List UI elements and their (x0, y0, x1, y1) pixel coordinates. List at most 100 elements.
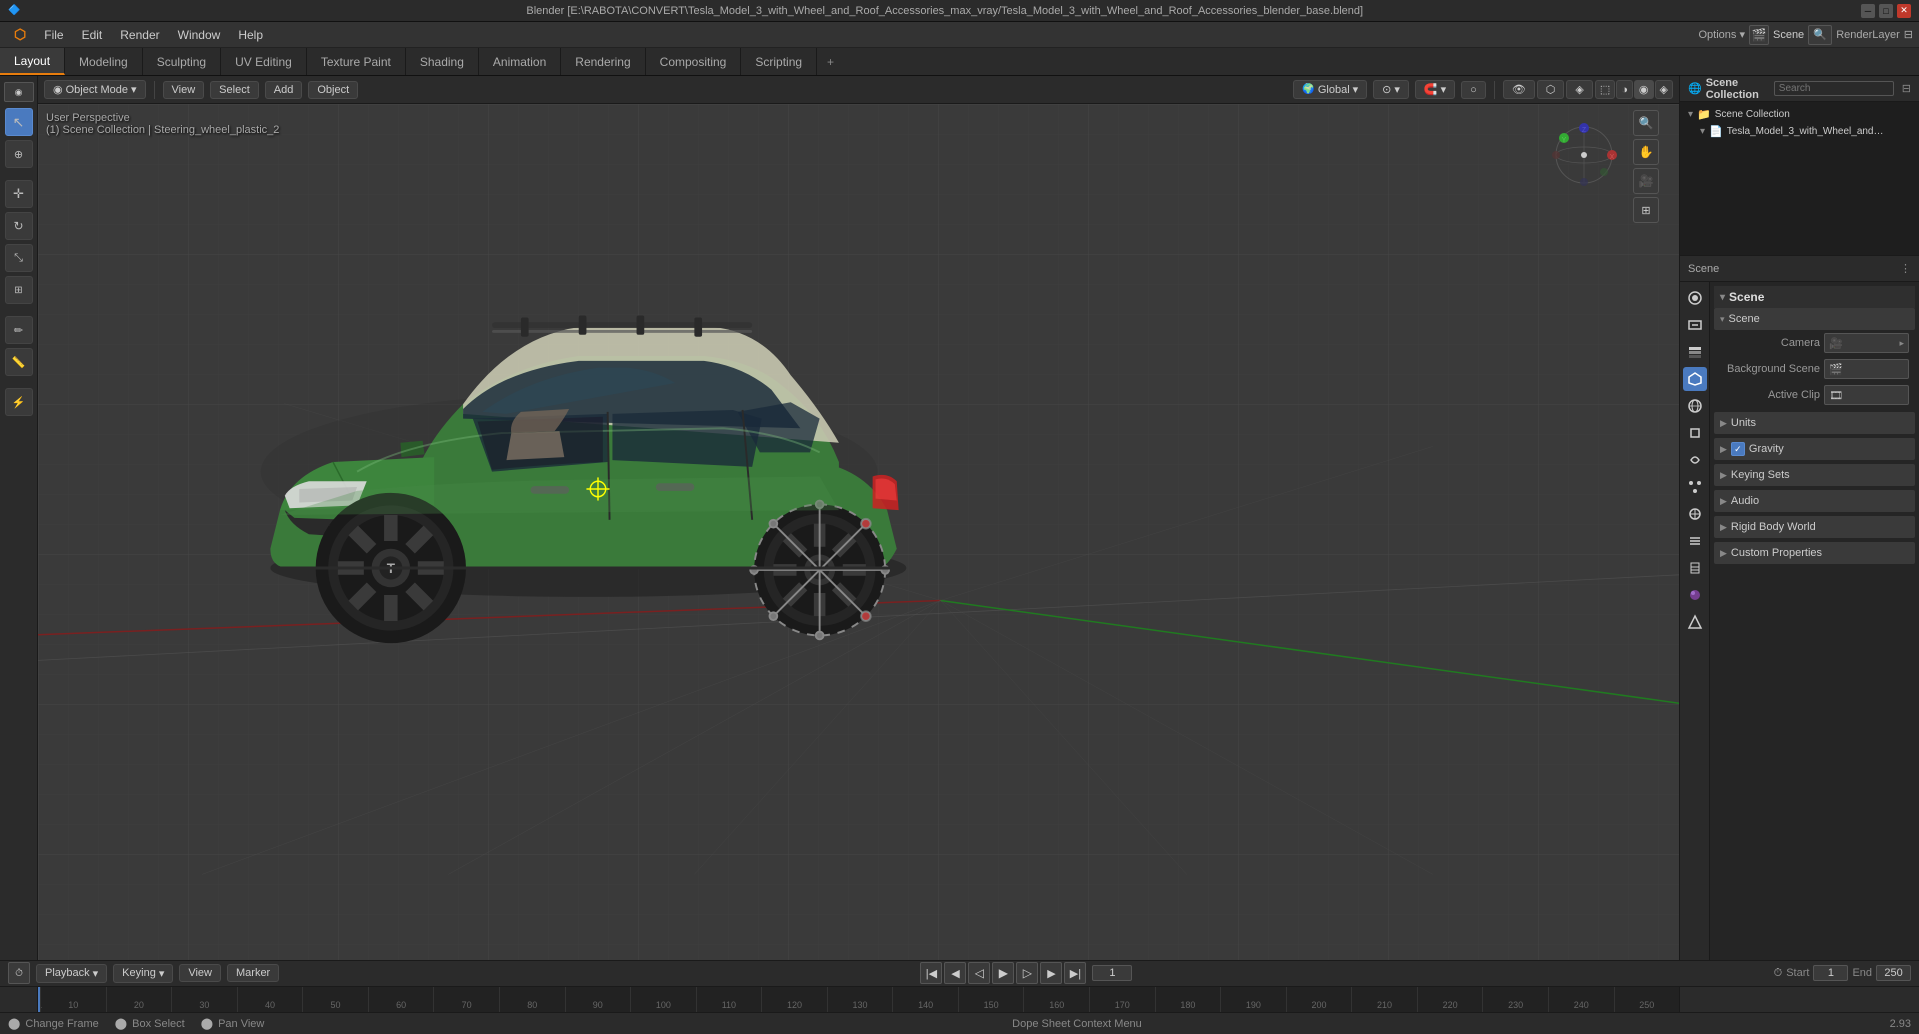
solid-btn[interactable]: ◑ (1616, 80, 1633, 99)
custom-props-header[interactable]: ▶ Custom Properties (1714, 542, 1915, 564)
object-menu-btn[interactable]: Object (308, 81, 358, 99)
menu-help[interactable]: Help (230, 25, 271, 45)
search-icon[interactable]: 🔍 (1808, 25, 1832, 45)
start-frame-input[interactable] (1813, 965, 1848, 981)
tab-animation[interactable]: Animation (479, 48, 561, 75)
prop-icon-view-layer[interactable] (1683, 340, 1707, 364)
viewport-canvas[interactable]: T (38, 104, 1679, 960)
playback-menu-btn[interactable]: Playback ▾ (36, 964, 107, 983)
outliner-scene-collection[interactable]: ▾ 📁 Scene Collection (1684, 106, 1915, 123)
camera-browse-icon[interactable]: ▸ (1899, 338, 1904, 349)
prop-icon-output[interactable] (1683, 313, 1707, 337)
hand-icon[interactable]: ✋ (1633, 139, 1659, 165)
units-section-header[interactable]: ▶ Units (1714, 412, 1915, 434)
snap-btn[interactable]: 🧲 ▾ (1415, 80, 1455, 99)
timeline-ruler[interactable]: 1102030405060708090100110120130140150160… (0, 987, 1919, 1012)
prop-icon-render[interactable] (1683, 286, 1707, 310)
camera-view-icon[interactable]: 🎥 (1633, 168, 1659, 194)
prev-keyframe-btn[interactable]: ◁ (968, 962, 990, 984)
view-menu-timeline-btn[interactable]: View (179, 964, 221, 982)
tool-transform[interactable]: ⊞ (5, 276, 33, 304)
prop-icon-shaderfx[interactable] (1683, 610, 1707, 634)
menu-file[interactable]: File (36, 25, 71, 45)
step-forward-btn[interactable]: ▶ (1040, 962, 1062, 984)
wireframe-btn[interactable]: ⬚ (1595, 80, 1615, 99)
outliner-mesh-item[interactable]: ▾ 📄 Tesla_Model_3_with_Wheel_and_Roof_Ac… (1684, 123, 1915, 140)
timeline-clock-icon[interactable]: ⏱ (8, 962, 30, 984)
tool-move[interactable]: ✛ (5, 180, 33, 208)
proportional-btn[interactable]: ○ (1461, 81, 1486, 99)
prop-icon-modifier[interactable] (1683, 448, 1707, 472)
view-menu-btn[interactable]: View (163, 81, 205, 99)
object-mode-dropdown[interactable]: ◉ Object Mode ▾ (44, 80, 146, 99)
outliner-search-input[interactable] (1774, 81, 1894, 96)
prop-icon-physics[interactable] (1683, 502, 1707, 526)
tab-sculpting[interactable]: Sculpting (143, 48, 221, 75)
prop-icon-scene[interactable] (1683, 367, 1707, 391)
tab-layout[interactable]: Layout (0, 48, 65, 75)
rendered-btn[interactable]: ◈ (1655, 80, 1673, 99)
zoom-icon[interactable]: 🔍 (1633, 110, 1659, 136)
transform-global-btn[interactable]: 🌍 Global ▾ (1293, 80, 1367, 99)
prop-icon-object[interactable] (1683, 421, 1707, 445)
menu-render[interactable]: Render (112, 25, 167, 45)
menu-edit[interactable]: Edit (74, 25, 111, 45)
tab-scripting[interactable]: Scripting (741, 48, 817, 75)
navigation-gizmo[interactable]: X Y Z 🔍 ✋ � (1549, 120, 1619, 190)
add-menu-btn[interactable]: Add (265, 81, 303, 99)
bg-scene-value-field[interactable]: 🎬 (1824, 359, 1909, 379)
prop-icon-data[interactable] (1683, 556, 1707, 580)
tool-cursor[interactable]: ⊕ (5, 140, 33, 168)
marker-menu-btn[interactable]: Marker (227, 964, 279, 982)
scene-section-header[interactable]: ▾ Scene (1714, 308, 1915, 330)
camera-value-field[interactable]: 🎥 ▸ (1824, 333, 1909, 353)
active-clip-value-field[interactable]: 🎞 (1824, 385, 1909, 405)
prop-icon-world[interactable] (1683, 394, 1707, 418)
scene-icon[interactable]: 🎬 (1749, 25, 1769, 45)
blender-logo[interactable]: ⬡ (6, 26, 34, 43)
audio-section-header[interactable]: ▶ Audio (1714, 490, 1915, 512)
gravity-section-header[interactable]: ▶ Gravity (1714, 438, 1915, 460)
tab-shading[interactable]: Shading (406, 48, 479, 75)
rigid-body-header[interactable]: ▶ Rigid Body World (1714, 516, 1915, 538)
tab-rendering[interactable]: Rendering (561, 48, 645, 75)
jump-end-btn[interactable]: ▶| (1064, 962, 1086, 984)
tab-modeling[interactable]: Modeling (65, 48, 143, 75)
scene-name[interactable]: Scene (1773, 29, 1804, 41)
prop-icon-material[interactable] (1683, 583, 1707, 607)
prop-icon-particles[interactable] (1683, 475, 1707, 499)
tool-scale[interactable]: ⤡ (5, 244, 33, 272)
current-frame-input[interactable] (1092, 965, 1132, 981)
tool-measure[interactable]: 📏 (5, 348, 33, 376)
gravity-checkbox[interactable] (1731, 442, 1745, 456)
xray-toggle[interactable]: ◈ (1566, 80, 1592, 99)
close-button[interactable]: ✕ (1897, 4, 1911, 18)
tab-compositing[interactable]: Compositing (646, 48, 742, 75)
options-label[interactable]: Options ▾ (1698, 28, 1745, 41)
viewport[interactable]: ◉ Object Mode ▾ View Select Add Object 🌍… (38, 76, 1679, 960)
add-workspace-button[interactable]: + (817, 48, 844, 75)
overlay-toggle[interactable]: ⬡ (1537, 80, 1565, 99)
step-back-btn[interactable]: ◀ (944, 962, 966, 984)
next-keyframe-btn[interactable]: ▷ (1016, 962, 1038, 984)
tool-select[interactable]: ↖ (5, 108, 33, 136)
jump-start-btn[interactable]: |◀ (920, 962, 942, 984)
maximize-button[interactable]: □ (1879, 4, 1893, 18)
ruler-track[interactable]: 1102030405060708090100110120130140150160… (38, 987, 1679, 1012)
keying-menu-btn[interactable]: Keying ▾ (113, 964, 173, 983)
outliner-filter-btn[interactable]: ⊟ (1902, 82, 1911, 95)
tool-rotate[interactable]: ↻ (5, 212, 33, 240)
pivot-btn[interactable]: ⊙ ▾ (1373, 80, 1409, 99)
minimize-button[interactable]: ─ (1861, 4, 1875, 18)
tool-annotate[interactable]: ✏ (5, 316, 33, 344)
tool-add[interactable]: ⚡ (5, 388, 33, 416)
keying-sets-header[interactable]: ▶ Keying Sets (1714, 464, 1915, 486)
tab-uv-editing[interactable]: UV Editing (221, 48, 307, 75)
grid-view-icon[interactable]: ⊞ (1633, 197, 1659, 223)
menu-window[interactable]: Window (170, 25, 229, 45)
outliner-content[interactable]: ▾ 📁 Scene Collection ▾ 📄 Tesla_Model_3_w… (1680, 102, 1919, 255)
tab-texture-paint[interactable]: Texture Paint (307, 48, 406, 75)
prop-icon-constraints[interactable] (1683, 529, 1707, 553)
properties-options-icon[interactable]: ⋮ (1900, 262, 1911, 275)
end-frame-input[interactable] (1876, 965, 1911, 981)
